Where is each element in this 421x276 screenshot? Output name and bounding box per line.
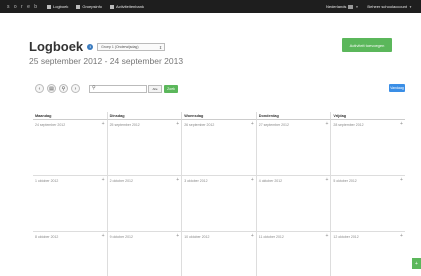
add-entry-icon[interactable]: + bbox=[102, 177, 105, 183]
search-icon: ⚲ bbox=[92, 84, 96, 91]
language-menu[interactable]: Nederlands ▼ bbox=[326, 4, 358, 9]
calendar-day-cell[interactable]: 9 oktober 2012 + bbox=[106, 232, 182, 276]
nav-item-label: Groepsinfo bbox=[82, 4, 102, 9]
calendar-day-cell[interactable]: 12 oktober 2012 + bbox=[330, 232, 405, 276]
add-entry-icon[interactable]: + bbox=[325, 121, 328, 127]
pencil-icon bbox=[76, 4, 81, 9]
group-select[interactable]: Groep 1 (Onderwijsdag) ⇕ bbox=[97, 42, 166, 51]
print-icon: ▤ bbox=[49, 85, 54, 92]
calendar-day-cell[interactable]: 3 oktober 2012 + bbox=[181, 176, 256, 232]
cell-date: 8 oktober 2012 bbox=[35, 235, 59, 239]
caret-down-icon: ▼ bbox=[409, 4, 412, 9]
cell-date: 2 oktober 2012 bbox=[109, 179, 133, 183]
zoom-button[interactable]: ⚲ bbox=[59, 84, 68, 93]
today-button[interactable]: Vandaag bbox=[389, 84, 405, 92]
cell-date: 26 september 2012 bbox=[184, 123, 215, 127]
bank-icon bbox=[109, 4, 114, 9]
add-entry-icon[interactable]: + bbox=[102, 233, 105, 239]
calendar-toolbar: ‹ ▤ ⚲ › ⚲ Alle Zoek bbox=[35, 84, 178, 93]
cell-date: 25 september 2012 bbox=[109, 123, 140, 127]
add-entry-icon[interactable]: + bbox=[400, 177, 403, 183]
user-menu[interactable]: Beheer schoolaccount ▼ bbox=[367, 4, 412, 9]
cell-date: 3 oktober 2012 bbox=[184, 179, 208, 183]
calendar-header: Maandag Dinsdag Woensdag Donderdag Vrijd… bbox=[33, 112, 405, 120]
cell-date: 9 oktober 2012 bbox=[109, 235, 133, 239]
week-calendar: Maandag Dinsdag Woensdag Donderdag Vrijd… bbox=[33, 112, 405, 276]
calendar-day-cell[interactable]: 11 oktober 2012 + bbox=[255, 232, 331, 276]
add-entry-icon[interactable]: + bbox=[325, 177, 328, 183]
add-entry-icon[interactable]: + bbox=[176, 121, 179, 127]
side-expand-button[interactable]: + bbox=[412, 258, 421, 269]
print-button[interactable]: ▤ bbox=[47, 84, 56, 93]
add-entry-icon[interactable]: + bbox=[251, 233, 254, 239]
group-select-value: Groep 1 (Onderwijsdag) bbox=[101, 44, 139, 49]
title-row: Logboek i Groep 1 (Onderwijsdag) ⇕ bbox=[29, 39, 166, 54]
day-header-wednesday: Woensdag bbox=[181, 112, 256, 120]
user-label: Beheer schoolaccount bbox=[367, 4, 408, 9]
cell-date: 5 oktober 2012 bbox=[333, 179, 357, 183]
calendar-day-cell[interactable]: 8 oktober 2012 + bbox=[33, 232, 107, 276]
date-range: 25 september 2012 - 24 september 2013 bbox=[29, 56, 184, 66]
cell-date: 27 september 2012 bbox=[258, 123, 289, 127]
cell-date: 1 oktober 2012 bbox=[35, 179, 59, 183]
nav-item-label: Logboek bbox=[53, 4, 69, 9]
day-header-thursday: Donderdag bbox=[255, 112, 331, 120]
chevron-right-icon: › bbox=[74, 85, 77, 92]
day-header-monday: Maandag bbox=[33, 112, 107, 120]
calendar-day-cell[interactable]: 26 september 2012 + bbox=[181, 120, 256, 176]
nav-item-label: Activiteitenbank bbox=[115, 4, 144, 9]
nav-item-logboek[interactable]: Logboek bbox=[47, 4, 68, 9]
cell-date: 11 oktober 2012 bbox=[258, 235, 284, 239]
calendar-day-cell[interactable]: 25 september 2012 + bbox=[106, 120, 182, 176]
cell-date: 12 oktober 2012 bbox=[333, 235, 359, 239]
calendar-week-row: 1 oktober 2012 + 2 oktober 2012 + 3 oktobe… bbox=[33, 176, 405, 232]
calendar-day-cell[interactable]: 4 oktober 2012 + bbox=[255, 176, 331, 232]
filter-select-value: Alle bbox=[152, 86, 158, 91]
chevron-left-icon: ‹ bbox=[38, 85, 41, 92]
search-go-button[interactable]: Zoek bbox=[164, 84, 178, 93]
calendar-week-row: 24 september 2012 + 25 september 2012 + 26… bbox=[33, 120, 405, 176]
page-title: Logboek bbox=[29, 39, 84, 54]
filter-select[interactable]: Alle bbox=[148, 84, 162, 93]
nav-item-groepsinfo[interactable]: Groepsinfo bbox=[76, 4, 102, 9]
calendar-week-row: 8 oktober 2012 + 9 oktober 2012 + 10 oktob… bbox=[33, 232, 405, 276]
add-entry-icon[interactable]: + bbox=[400, 121, 403, 127]
nav-item-activiteitenbank[interactable]: Activiteitenbank bbox=[109, 4, 144, 9]
cell-date: 10 oktober 2012 bbox=[184, 235, 210, 239]
add-entry-icon[interactable]: + bbox=[176, 233, 179, 239]
add-entry-icon[interactable]: + bbox=[400, 233, 403, 239]
add-entry-icon[interactable]: + bbox=[251, 121, 254, 127]
add-entry-icon[interactable]: + bbox=[102, 121, 105, 127]
cell-date: 24 september 2012 bbox=[35, 123, 66, 127]
caret-down-icon: ▼ bbox=[355, 4, 359, 9]
language-label: Nederlands bbox=[325, 4, 347, 9]
book-icon bbox=[47, 4, 51, 9]
top-navigation-bar: s o r e b Logboek Groepsinfo Activiteite… bbox=[0, 0, 421, 13]
add-entry-icon[interactable]: + bbox=[176, 177, 179, 183]
day-header-tuesday: Dinsdag bbox=[106, 112, 182, 120]
calendar-day-cell[interactable]: 5 oktober 2012 + bbox=[330, 176, 405, 232]
next-button[interactable]: › bbox=[71, 84, 80, 93]
cell-date: 28 september 2012 bbox=[333, 123, 364, 127]
calendar-day-cell[interactable]: 1 oktober 2012 + bbox=[33, 176, 107, 232]
info-icon[interactable]: i bbox=[87, 43, 94, 50]
previous-button[interactable]: ‹ bbox=[35, 84, 44, 93]
app-logo[interactable]: s o r e b bbox=[7, 4, 47, 10]
search-icon: ⚲ bbox=[61, 85, 66, 92]
calendar-day-cell[interactable]: 2 oktober 2012 + bbox=[106, 176, 182, 232]
cell-date: 4 oktober 2012 bbox=[258, 179, 283, 183]
nav-right-group: Nederlands ▼ Beheer schoolaccount ▼ bbox=[326, 4, 421, 9]
calendar-day-cell[interactable]: 10 oktober 2012 + bbox=[181, 232, 256, 276]
select-arrow-icon: ⇕ bbox=[158, 44, 163, 50]
add-activity-button[interactable]: Activiteit toevoegen bbox=[342, 38, 392, 52]
flag-icon bbox=[348, 4, 354, 9]
add-entry-icon[interactable]: + bbox=[251, 177, 254, 183]
calendar-day-cell[interactable]: 27 september 2012 + bbox=[255, 120, 331, 176]
calendar-day-cell[interactable]: 28 september 2012 + bbox=[330, 120, 405, 176]
add-entry-icon[interactable]: + bbox=[325, 233, 328, 239]
search-input[interactable]: ⚲ bbox=[89, 84, 147, 93]
calendar-day-cell[interactable]: 24 september 2012 + bbox=[33, 120, 107, 176]
day-header-friday: Vrijdag bbox=[330, 112, 405, 120]
